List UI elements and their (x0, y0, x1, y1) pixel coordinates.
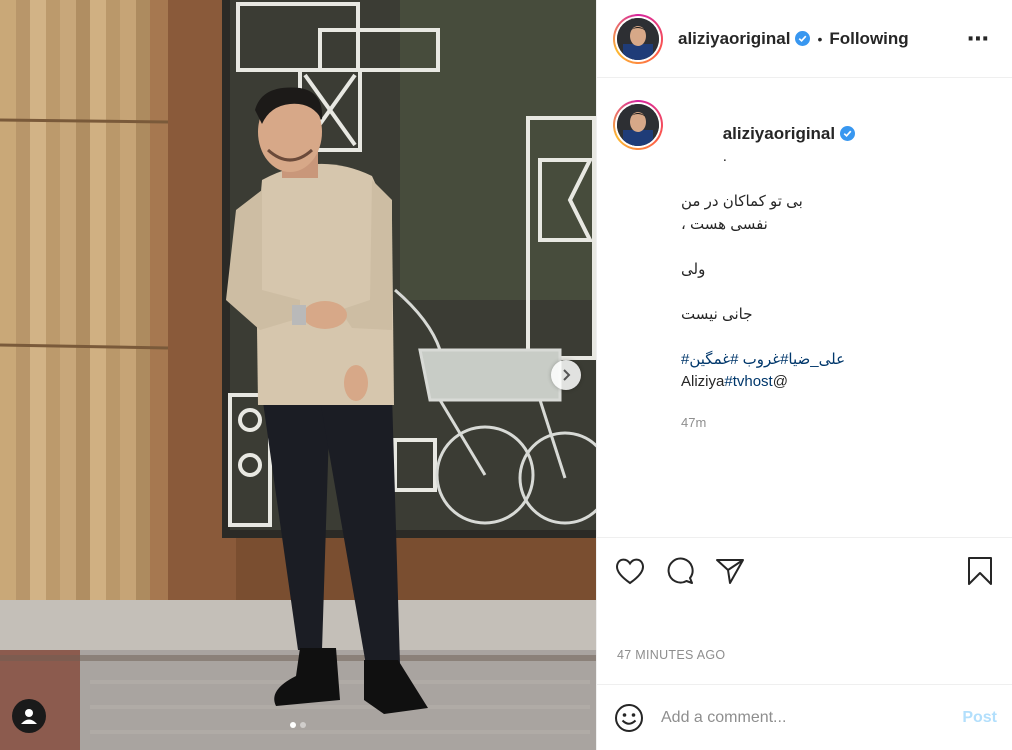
caption-line (681, 326, 855, 349)
next-image-button[interactable] (551, 360, 581, 390)
heart-icon (615, 558, 645, 585)
post-photo[interactable] (0, 0, 596, 750)
post-image (0, 0, 596, 750)
caption: aliziyaoriginal . بی تو کماکان در من ، ن… (613, 100, 997, 434)
carousel-dot (290, 722, 296, 728)
comments-section: aliziyaoriginal . بی تو کماکان در من ، ن… (597, 78, 1012, 538)
caption-line (681, 236, 855, 259)
carousel-indicator (0, 722, 596, 728)
caption-handle-text: Aliziya (681, 373, 725, 390)
caption-username-link[interactable]: aliziyaoriginal (723, 124, 835, 143)
save-button[interactable] (963, 554, 997, 588)
caption-line (681, 281, 855, 304)
share-button[interactable] (713, 554, 747, 588)
post-comment-button[interactable]: Post (962, 709, 997, 727)
hashtag-link[interactable]: #tvhost (724, 373, 772, 390)
post-timestamp[interactable]: 47 MINUTES AGO (617, 648, 725, 662)
caption-line: بی تو کماکان در من (681, 193, 803, 210)
more-options-icon[interactable]: ⋯ (961, 27, 996, 50)
caption-avatar[interactable] (613, 100, 663, 150)
action-bar (597, 538, 1012, 604)
comment-input[interactable] (661, 708, 963, 727)
caption-line: جانی نیست (681, 305, 753, 323)
caption-line: ولی (681, 260, 706, 278)
username-link[interactable]: aliziyaoriginal (678, 29, 790, 49)
comment-icon (667, 557, 694, 584)
caption-handle-line: Aliziya#tvhost@ (681, 371, 855, 394)
avatar-image (617, 104, 659, 146)
post-header: aliziyaoriginal • Following ⋯ (597, 0, 1012, 78)
caption-handle-suffix: @ (772, 373, 788, 390)
verified-badge-icon (840, 125, 856, 141)
carousel-dot (300, 722, 306, 728)
bookmark-icon (968, 557, 992, 585)
follow-separator: • (817, 30, 823, 47)
like-button[interactable] (613, 554, 647, 588)
caption-timestamp[interactable]: 47m (681, 412, 855, 435)
following-button[interactable]: Following (829, 29, 908, 49)
add-comment-bar: Post (597, 684, 1012, 750)
verified-badge-icon (795, 31, 811, 46)
emoji-icon (615, 703, 643, 732)
emoji-button[interactable] (613, 702, 645, 734)
chevron-right-icon (563, 369, 571, 381)
caption-line: . (722, 148, 727, 165)
comment-button[interactable] (663, 554, 697, 588)
avatar-image (617, 17, 659, 60)
caption-line: ، نفسی هست (681, 215, 768, 233)
paper-plane-icon (716, 559, 744, 584)
hashtags-link[interactable]: #علی_ضیا#غروب #غمگین (681, 349, 855, 372)
caption-text: aliziyaoriginal . بی تو کماکان در من ، ن… (681, 100, 856, 435)
avatar[interactable] (613, 13, 663, 64)
post-details-panel: aliziyaoriginal • Following ⋯ aliziyaori… (596, 0, 1012, 750)
